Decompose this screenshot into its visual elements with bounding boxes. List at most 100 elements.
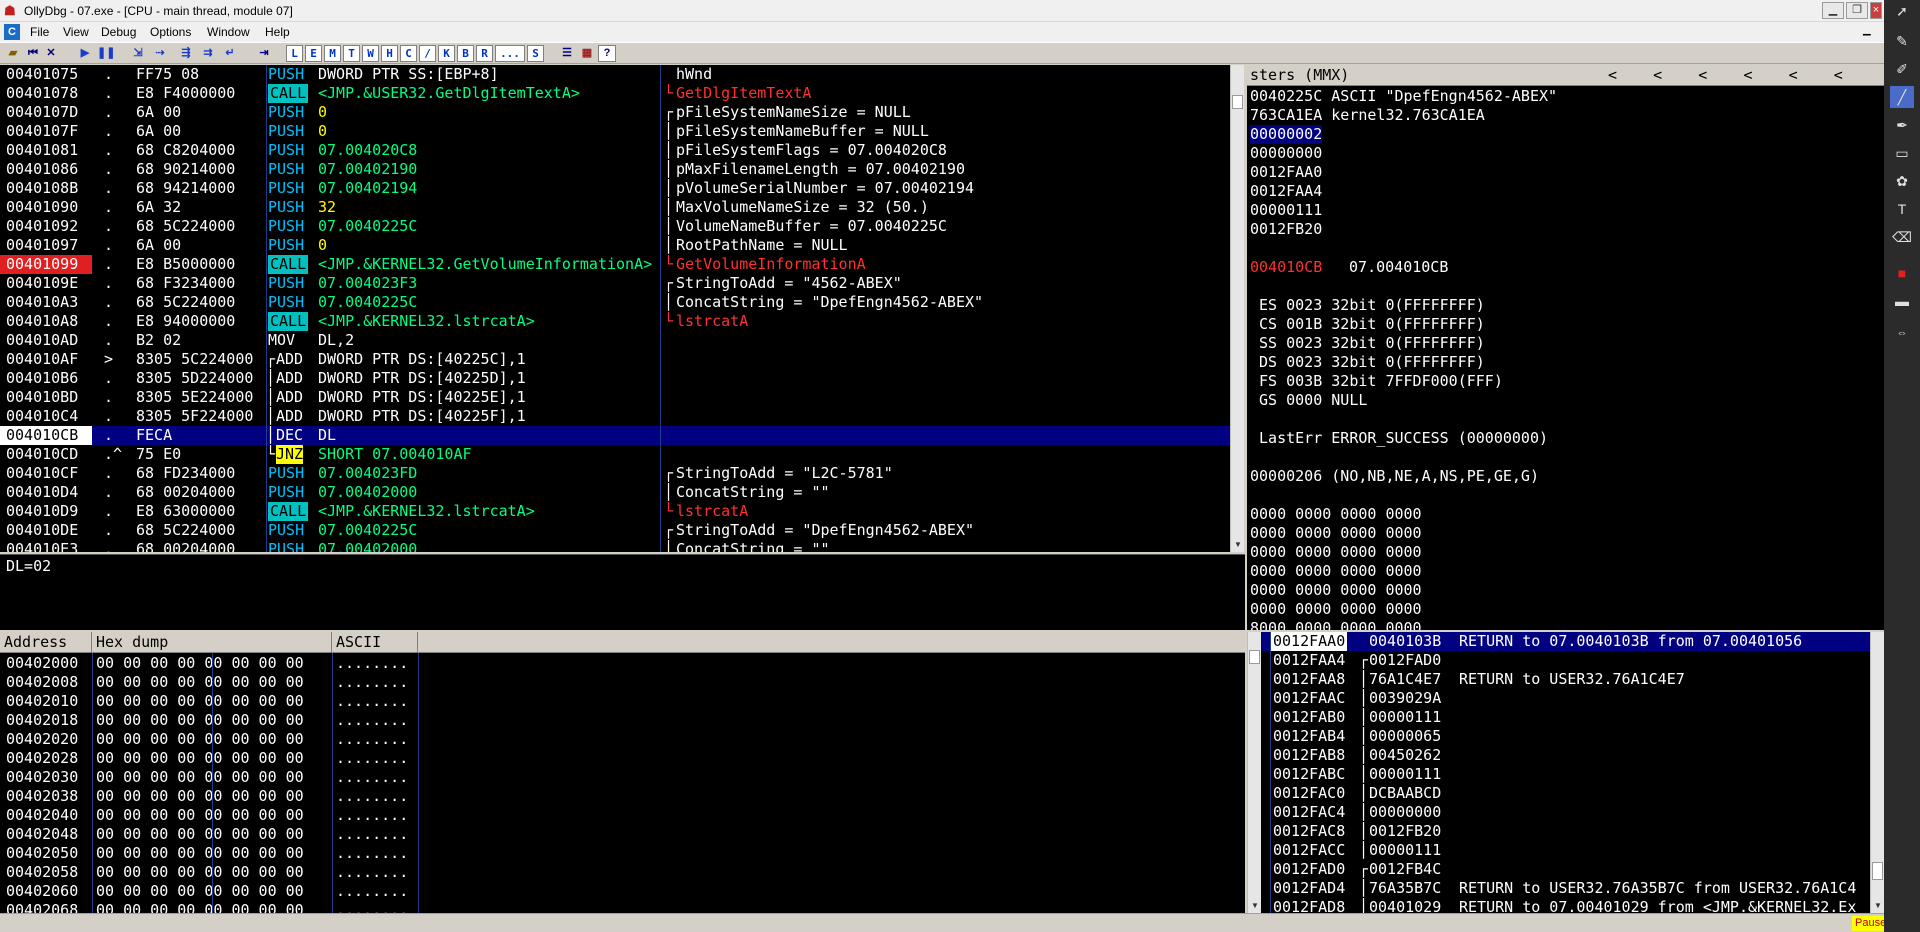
instruction-address[interactable]: 0040109E: [6, 274, 96, 293]
appearance-icon[interactable]: ▦: [578, 45, 596, 62]
dump-ascii[interactable]: ........: [336, 882, 408, 901]
dump-row[interactable]: 00402010 00 00 00 00 00 00 00 00........: [0, 692, 1245, 711]
register-line[interactable]: GS 0000 NULL: [1250, 391, 1884, 410]
instruction-address[interactable]: 004010DE: [6, 521, 96, 540]
instruction-address[interactable]: 004010B6: [6, 369, 96, 388]
menu-help[interactable]: Help: [262, 24, 293, 40]
stack-address[interactable]: 0012FAA4: [1271, 651, 1347, 670]
stack-row[interactable]: 0012FAC8 │ 0012FB20: [1247, 822, 1870, 841]
stack-address[interactable]: 0012FAD8: [1271, 898, 1347, 913]
dump-hex[interactable]: 00 00 00 00 00 00 00 00: [96, 844, 304, 863]
instruction-address[interactable]: 00401090: [6, 198, 96, 217]
stack-scrollbar-left[interactable]: ▼: [1247, 632, 1261, 913]
stack-row[interactable]: 0012FAB4 │ 00000065: [1247, 727, 1870, 746]
executable-modules-button[interactable]: E: [305, 45, 322, 62]
dump-ascii[interactable]: ........: [336, 673, 408, 692]
dump-address[interactable]: 00402040: [6, 806, 78, 825]
disasm-row[interactable]: 004010BD. 8305 5E224000 │ ADD DWORD PTR DS:[…: [0, 388, 1230, 407]
stack-scrollbar[interactable]: ▼: [1870, 632, 1884, 913]
register-line[interactable]: 00000000: [1250, 144, 1884, 163]
disasm-row[interactable]: 004010CD .^ 75 E0 └ JNZ SHORT 07.004010AF: [0, 445, 1230, 464]
dump-ascii[interactable]: ........: [336, 844, 408, 863]
disasm-row[interactable]: 004010B6. 8305 5D224000 │ ADD DWORD PTR DS:[…: [0, 369, 1230, 388]
stack-address[interactable]: 0012FAC8: [1271, 822, 1347, 841]
stack-address[interactable]: 0012FAC0: [1271, 784, 1347, 803]
disasm-row[interactable]: 00401075. FF75 08 PUSH DWORD PTR SS:[EBP+8]…: [0, 65, 1230, 84]
menu-file[interactable]: File: [27, 24, 52, 40]
disasm-row[interactable]: 00401092. 68 5C224000 PUSH 07.0040225C │ Volu…: [0, 217, 1230, 236]
palette-icon[interactable]: ✿: [1890, 170, 1914, 192]
brush-icon[interactable]: ✒: [1890, 114, 1914, 136]
register-line[interactable]: [1250, 277, 1884, 296]
dump-row[interactable]: 00402028 00 00 00 00 00 00 00 00........: [0, 749, 1245, 768]
trace-over-icon[interactable]: ⇉: [198, 45, 218, 62]
dump-hex[interactable]: 00 00 00 00 00 00 00 00: [96, 863, 304, 882]
dump-hex[interactable]: 00 00 00 00 00 00 00 00: [96, 806, 304, 825]
disasm-row[interactable]: 00401090. 6A 32 PUSH 32 │ MaxVolumeNameSize =…: [0, 198, 1230, 217]
dump-address[interactable]: 00402050: [6, 844, 78, 863]
dump-ascii[interactable]: ........: [336, 825, 408, 844]
eraser-icon[interactable]: ⌫: [1890, 226, 1914, 248]
dump-ascii[interactable]: ........: [336, 654, 408, 673]
stack-row[interactable]: 0012FABC │ 00000111: [1247, 765, 1870, 784]
dump-ascii[interactable]: ........: [336, 711, 408, 730]
stack-address[interactable]: 0012FAB0: [1271, 708, 1347, 727]
cpu-window-icon[interactable]: C: [4, 24, 20, 40]
instruction-address[interactable]: 004010D4: [6, 483, 96, 502]
source-button[interactable]: S: [527, 45, 544, 62]
marker-icon[interactable]: ✐: [1890, 58, 1914, 80]
register-line[interactable]: 0040225C ASCII "DpefEngn4562-ABEX": [1250, 87, 1884, 106]
close-program-icon[interactable]: ✕: [42, 45, 60, 62]
dump-ascii[interactable]: ........: [336, 692, 408, 711]
instruction-address[interactable]: 00401078: [6, 84, 96, 103]
dump-ascii[interactable]: ........: [336, 787, 408, 806]
dump-row[interactable]: 00402038 00 00 00 00 00 00 00 00........: [0, 787, 1245, 806]
dump-row[interactable]: 00402000 00 00 00 00 00 00 00 00........: [0, 654, 1245, 673]
disasm-row[interactable]: 004010D4. 68 00204000 PUSH 07.00402000 │ Conc…: [0, 483, 1230, 502]
instruction-address[interactable]: 0040107D: [6, 103, 96, 122]
instruction-address[interactable]: 004010AF: [6, 350, 96, 369]
dump-address[interactable]: 00402010: [6, 692, 78, 711]
stack-row[interactable]: 0012FAD4 │ 76A35B7C RETURN to USER32.76A35B…: [1247, 879, 1870, 898]
line-icon[interactable]: ╱: [1890, 86, 1914, 108]
dump-address[interactable]: 00402020: [6, 730, 78, 749]
dump-hex[interactable]: 00 00 00 00 00 00 00 00: [96, 749, 304, 768]
color-swatch-icon[interactable]: ■: [1890, 262, 1914, 284]
maximize-button[interactable]: ❐: [1846, 2, 1868, 19]
stack-address[interactable]: 0012FAB4: [1271, 727, 1347, 746]
references-button[interactable]: R: [476, 45, 493, 62]
register-line[interactable]: [1250, 410, 1884, 429]
dump-ascii[interactable]: ........: [336, 806, 408, 825]
dump-hex[interactable]: 00 00 00 00 00 00 00 00: [96, 692, 304, 711]
minimize-button[interactable]: ▁: [1822, 2, 1844, 19]
instruction-address[interactable]: 004010CB: [0, 426, 92, 445]
dump-address[interactable]: 00402058: [6, 863, 78, 882]
dump-header-ascii[interactable]: ASCII: [332, 632, 418, 653]
register-line[interactable]: LastErr ERROR_SUCCESS (00000000): [1250, 429, 1884, 448]
stack-value[interactable]: DCBAABCD: [1369, 784, 1441, 803]
stroke-width-icon[interactable]: ▬: [1890, 290, 1914, 312]
disasm-row[interactable]: 00401097. 6A 00 PUSH 0 │ RootPathName = NULL: [0, 236, 1230, 255]
stack-address[interactable]: 0012FAC4: [1271, 803, 1347, 822]
dump-row[interactable]: 00402068 00 00 00 00 00 00 00 00........: [0, 901, 1245, 913]
stack-value[interactable]: 00000111: [1369, 708, 1441, 727]
stack-value[interactable]: 76A1C4E7: [1369, 670, 1441, 689]
stack-row[interactable]: 0012FAA8 │ 76A1C4E7 RETURN to USER32.76A1C4…: [1247, 670, 1870, 689]
stack-address[interactable]: 0012FAD0: [1271, 860, 1347, 879]
threads-button[interactable]: T: [343, 45, 360, 62]
disasm-row[interactable]: 004010CF. 68 FD234000 PUSH 07.004023FD ┌ Stri…: [0, 464, 1230, 483]
run-trace-button[interactable]: ...: [495, 45, 525, 62]
disassembly-pane[interactable]: 00401075. FF75 08 PUSH DWORD PTR SS:[EBP+8]…: [0, 65, 1230, 552]
mdi-minimize-icon[interactable]: ▁: [1860, 24, 1874, 37]
dump-row[interactable]: 00402050 00 00 00 00 00 00 00 00........: [0, 844, 1245, 863]
instruction-address[interactable]: 004010AD: [6, 331, 96, 350]
dump-hex[interactable]: 00 00 00 00 00 00 00 00: [96, 882, 304, 901]
disassembly-scrollbar[interactable]: ▼: [1230, 65, 1244, 552]
instruction-address[interactable]: 004010D9: [6, 502, 96, 521]
disasm-row[interactable]: 004010A3. 68 5C224000 PUSH 07.0040225C │ Conc…: [0, 293, 1230, 312]
registers-nav-arrows[interactable]: < < < < < <: [1608, 66, 1843, 85]
patches-button[interactable]: /: [419, 45, 436, 62]
stack-value[interactable]: 00401029: [1369, 898, 1441, 913]
menu-window[interactable]: Window: [204, 24, 253, 40]
dump-address[interactable]: 00402068: [6, 901, 78, 913]
